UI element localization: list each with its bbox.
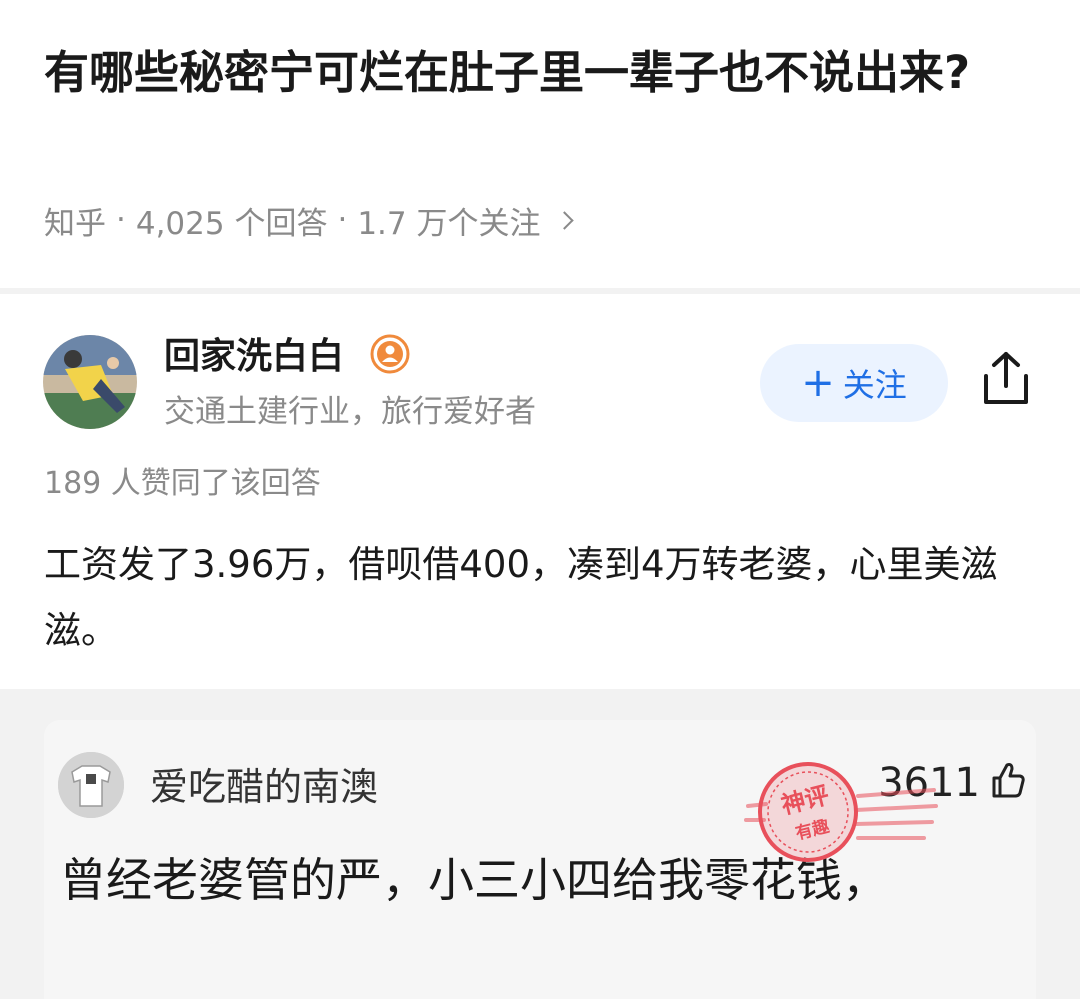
author-avatar[interactable]	[43, 335, 137, 429]
question-card[interactable]: 有哪些秘密宁可烂在肚子里一辈子也不说出来? 知乎 · 4,025 个回答 · 1…	[0, 0, 1080, 288]
meta-separator: ·	[337, 202, 348, 238]
author-bio: 交通土建行业，旅行爱好者	[164, 394, 536, 430]
follow-label: 关注	[842, 366, 907, 404]
author-avatar-image	[43, 335, 137, 429]
plus-icon: +	[801, 360, 835, 406]
share-icon[interactable]	[980, 350, 1032, 408]
likes-summary: 189 人赞同了该回答	[44, 466, 321, 501]
comment-card: 爱吃醋的南澳 3611 曾经老婆管的严，小三小四给我零花钱，	[44, 720, 1036, 999]
answer-content[interactable]: 工资发了3.96万，借呗借400，凑到4万转老婆，心里美滋滋。	[44, 532, 1044, 664]
comment-like-count: 3611	[878, 760, 980, 806]
chevron-right-icon[interactable]	[555, 210, 575, 230]
follow-button[interactable]: + 关注	[760, 344, 948, 422]
source-label: 知乎	[44, 205, 106, 242]
answer-card: 回家洗白白 交通土建行业，旅行爱好者 + 关注 189 人赞同了该回答 工资发了…	[0, 294, 1080, 689]
thumbs-up-icon[interactable]	[990, 760, 1026, 800]
question-meta[interactable]: 知乎 · 4,025 个回答 · 1.7 万个关注	[44, 198, 575, 242]
commenter-name[interactable]: 爱吃醋的南澳	[150, 762, 378, 812]
answer-count: 4,025 个回答	[135, 205, 328, 242]
comment-text[interactable]: 曾经老婆管的严，小三小四给我零花钱，	[60, 838, 960, 922]
follower-count: 1.7 万个关注	[357, 205, 541, 242]
meta-separator: ·	[116, 202, 126, 238]
question-title[interactable]: 有哪些秘密宁可烂在肚子里一辈子也不说出来?	[44, 34, 1034, 112]
page: 有哪些秘密宁可烂在肚子里一辈子也不说出来? 知乎 · 4,025 个回答 · 1…	[0, 0, 1080, 999]
commenter-avatar-image	[58, 752, 124, 818]
commenter-avatar[interactable]	[58, 752, 124, 818]
badge-icon	[370, 334, 410, 374]
author-name[interactable]: 回家洗白白	[164, 332, 344, 382]
